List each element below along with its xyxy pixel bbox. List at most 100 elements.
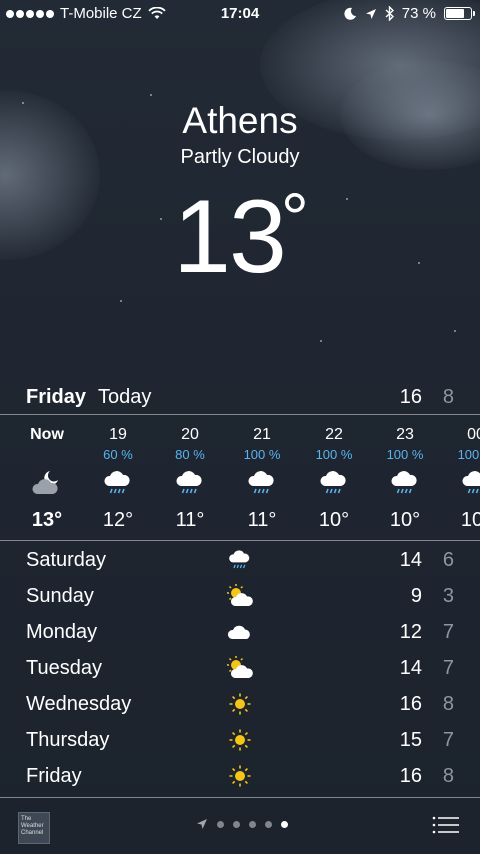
- daily-row: Monday 12 7: [0, 614, 480, 650]
- today-day: Friday: [26, 386, 87, 408]
- partly-sunny-icon: [224, 653, 256, 683]
- hour-temp: 10°: [460, 509, 480, 531]
- condition-text: Partly Cloudy: [180, 146, 300, 168]
- moon-icon: [344, 7, 356, 20]
- today-label: Today: [98, 386, 152, 408]
- precip-chance: 80 %: [175, 447, 205, 462]
- hourly-item: Now 13°: [17, 420, 77, 532]
- day-name: Thursday: [26, 729, 110, 751]
- precip-chance: 100 %: [457, 447, 480, 462]
- today-high: 16: [399, 386, 422, 408]
- day-name: Wednesday: [26, 693, 132, 715]
- rain-icon: [88, 463, 148, 503]
- hour-label: Now: [30, 426, 64, 443]
- hour-temp: 12°: [102, 509, 134, 531]
- today-summary-row: Friday Today 16 8: [0, 382, 480, 414]
- day-high: 9: [410, 585, 422, 607]
- precip-chance: 60 %: [103, 447, 133, 462]
- precip-chance: [17, 447, 77, 463]
- hour-temp: 13°: [31, 509, 63, 531]
- daily-row: Friday 16 8: [0, 758, 480, 794]
- day-name: Saturday: [26, 549, 107, 571]
- current-temperature: 13°: [0, 178, 480, 297]
- hourly-item: 20 80 % 11°: [160, 420, 220, 532]
- bluetooth-icon: [385, 6, 394, 21]
- rain-icon: [304, 463, 364, 503]
- daily-forecast[interactable]: Saturday 14 6 Sunday 9 3 Monday 12 7 Tue…: [0, 542, 480, 794]
- daily-row: Wednesday 16 8: [0, 686, 480, 722]
- day-high: 14: [399, 549, 422, 571]
- day-low: 6: [442, 549, 454, 571]
- status-bar: T-Mobile CZ 17:04 73 %: [0, 0, 480, 28]
- hour-label: 20: [181, 426, 199, 443]
- hour-temp: 10°: [389, 509, 421, 531]
- precip-chance: 100 %: [386, 447, 424, 462]
- status-right-group: 73 %: [344, 5, 475, 22]
- page-dot[interactable]: [265, 820, 272, 828]
- cloud-icon: [224, 617, 256, 647]
- daily-row: Saturday 14 6: [0, 542, 480, 578]
- star-decoration: [120, 300, 122, 302]
- day-low: 7: [442, 729, 454, 751]
- precip-chance: 100 %: [315, 447, 353, 462]
- hourly-item: 00 100 % 10°: [446, 420, 480, 532]
- day-low: 7: [442, 657, 454, 679]
- rain-icon: [232, 463, 292, 503]
- page-dot[interactable]: [233, 820, 240, 828]
- hourly-item: 23 100 % 10°: [375, 420, 435, 532]
- day-high: 14: [399, 657, 422, 679]
- hourly-item: 21 100 % 11°: [232, 420, 292, 532]
- rain-icon: [160, 463, 220, 503]
- rain-icon: [446, 463, 480, 503]
- page-indicator[interactable]: [196, 818, 288, 830]
- hour-temp: 10°: [318, 509, 350, 531]
- star-decoration: [454, 330, 456, 332]
- hourly-item: 19 60 % 12°: [88, 420, 148, 532]
- hour-label: 19: [109, 426, 127, 443]
- daily-row: Thursday 15 7: [0, 722, 480, 758]
- page-dot[interactable]: [249, 820, 256, 828]
- sun-icon: [224, 689, 256, 719]
- day-name: Monday: [26, 621, 98, 643]
- day-name: Friday: [26, 765, 82, 787]
- page-dot-active[interactable]: [281, 820, 288, 828]
- battery-percent: 73 %: [401, 5, 436, 22]
- hour-label: 00: [467, 426, 480, 443]
- page-dot[interactable]: [217, 820, 224, 828]
- hour-label: 22: [325, 426, 343, 443]
- today-low: 8: [442, 386, 454, 408]
- star-decoration: [320, 340, 322, 342]
- weather-channel-logo[interactable]: The Weather Channel: [18, 812, 50, 844]
- hour-label: 23: [396, 426, 414, 443]
- hourly-forecast[interactable]: Now 13° 19 60 % 12° 20 80 % 11° 21 100 %…: [0, 420, 480, 538]
- city-list-icon[interactable]: [432, 816, 460, 834]
- hour-temp: 11°: [247, 509, 277, 531]
- hour-label: 21: [253, 426, 271, 443]
- day-high: 12: [399, 621, 422, 643]
- day-low: 8: [442, 765, 454, 787]
- rain-icon: [375, 463, 435, 503]
- day-low: 8: [442, 693, 454, 715]
- bottom-toolbar: The Weather Channel: [0, 798, 480, 854]
- day-low: 3: [442, 585, 454, 607]
- partly-cloudy-night-icon: [17, 463, 77, 503]
- hourly-item: 22 100 % 10°: [304, 420, 364, 532]
- day-name: Tuesday: [26, 657, 102, 679]
- precip-chance: 100 %: [243, 447, 281, 462]
- day-high: 16: [399, 693, 422, 715]
- location-arrow-icon: [365, 8, 376, 19]
- battery-icon: [444, 7, 475, 20]
- divider: [0, 414, 480, 415]
- star-decoration: [150, 94, 152, 96]
- day-high: 16: [399, 765, 422, 787]
- sun-icon: [224, 725, 256, 755]
- day-high: 15: [399, 729, 422, 751]
- day-name: Sunday: [26, 585, 94, 607]
- daily-row: Sunday 9 3: [0, 578, 480, 614]
- daily-row: Tuesday 14 7: [0, 650, 480, 686]
- divider: [0, 540, 480, 541]
- rain-icon: [224, 545, 256, 575]
- location-arrow-icon[interactable]: [196, 818, 208, 830]
- hour-temp: 11°: [175, 509, 205, 531]
- current-temperature-value: 13: [173, 179, 287, 295]
